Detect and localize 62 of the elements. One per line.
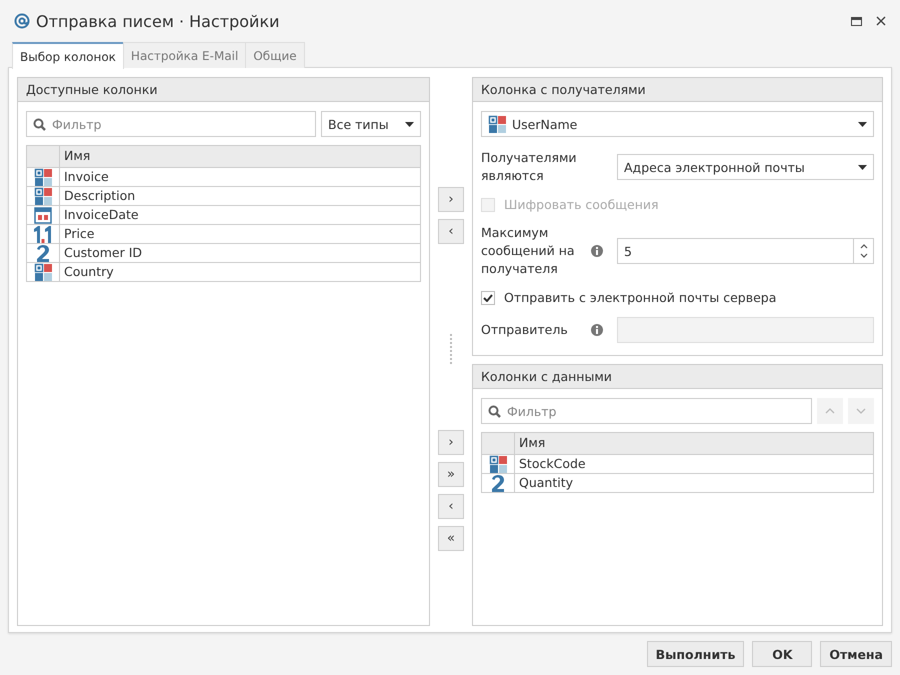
- tab[interactable]: Общие: [245, 42, 305, 68]
- calendar-icon: [34, 206, 52, 224]
- integer-number-icon: [34, 244, 52, 262]
- info-icon: [591, 245, 603, 257]
- field-label: Максимум сообщений на получателя: [481, 224, 576, 278]
- dialog-button[interactable]: OK: [752, 641, 812, 667]
- dropdown-caret-icon: [405, 122, 414, 126]
- close-icon: [876, 16, 886, 26]
- info-icon: [591, 324, 603, 336]
- field-label: Получателями являются: [481, 149, 578, 185]
- dialog-button[interactable]: Выполнить: [646, 641, 744, 667]
- column-header: Имя: [63, 147, 92, 165]
- column-name-item[interactable]: StockCode: [515, 455, 873, 473]
- integer-number-icon: [489, 474, 507, 492]
- checkbox-label: Отправить с электронной почты сервера: [504, 290, 776, 305]
- column-name-item[interactable]: Price: [60, 225, 420, 243]
- send-from-server-checkbox[interactable]: [481, 290, 495, 304]
- panel-title: Колонки с данными: [473, 365, 882, 389]
- panel-title: Колонка с получателями: [473, 78, 882, 102]
- panel-title: Доступные колонки: [18, 78, 429, 102]
- window-title: Отправка писем · Настройки: [36, 12, 280, 30]
- dialog-button[interactable]: Отмена: [820, 641, 892, 667]
- max-messages-spinner[interactable]: 5: [617, 238, 874, 264]
- column-name-item[interactable]: Invoice: [60, 168, 420, 186]
- recipients-type-dropdown[interactable]: Адреса электронной почты: [617, 154, 874, 180]
- text-column-icon: [34, 263, 52, 281]
- search-icon: [488, 405, 501, 418]
- move-button[interactable]: ‹: [438, 219, 464, 244]
- type-dropdown[interactable]: Все типы: [321, 111, 421, 137]
- filter-field[interactable]: Фильтр: [481, 398, 812, 424]
- field-label: Отправитель: [481, 321, 569, 339]
- chevron-down-icon: [856, 408, 866, 414]
- move-button[interactable]: ›: [438, 430, 464, 455]
- text-column-icon: [488, 115, 506, 133]
- column-header: Имя: [518, 434, 546, 452]
- splitter-handle[interactable]: [450, 334, 452, 364]
- tab[interactable]: Выбор колонок: [12, 42, 124, 69]
- move-button[interactable]: ‹: [438, 494, 464, 519]
- chevron-up-icon: [825, 408, 835, 414]
- checkbox-label: Шифровать сообщения: [504, 197, 659, 212]
- move-button[interactable]: »: [438, 462, 464, 487]
- filter-field[interactable]: Фильтр: [26, 111, 316, 137]
- move-button[interactable]: «: [438, 526, 464, 551]
- spin-arrows-icon: [860, 243, 868, 259]
- at-sign-icon: [14, 13, 30, 29]
- text-column-icon: [34, 168, 52, 186]
- text-column-icon: [34, 187, 52, 205]
- column-name-item[interactable]: Customer ID: [60, 244, 420, 262]
- decimal-number-icon: [33, 225, 53, 243]
- dropdown-caret-icon: [858, 164, 867, 170]
- column-name-item[interactable]: Description: [60, 187, 420, 205]
- check-icon: [483, 294, 493, 302]
- tab[interactable]: Настройка E-Mail: [122, 42, 246, 68]
- dropdown-caret-icon: [858, 122, 867, 126]
- maximize-icon: [851, 16, 862, 26]
- text-column-icon: [489, 455, 507, 473]
- column-name-item[interactable]: InvoiceDate: [60, 206, 420, 224]
- move-button[interactable]: ›: [438, 187, 464, 212]
- column-name-item[interactable]: Country: [60, 263, 420, 281]
- column-name-item[interactable]: Quantity: [515, 474, 873, 492]
- search-icon: [33, 118, 46, 131]
- recipient-column-dropdown[interactable]: UserName: [481, 111, 874, 137]
